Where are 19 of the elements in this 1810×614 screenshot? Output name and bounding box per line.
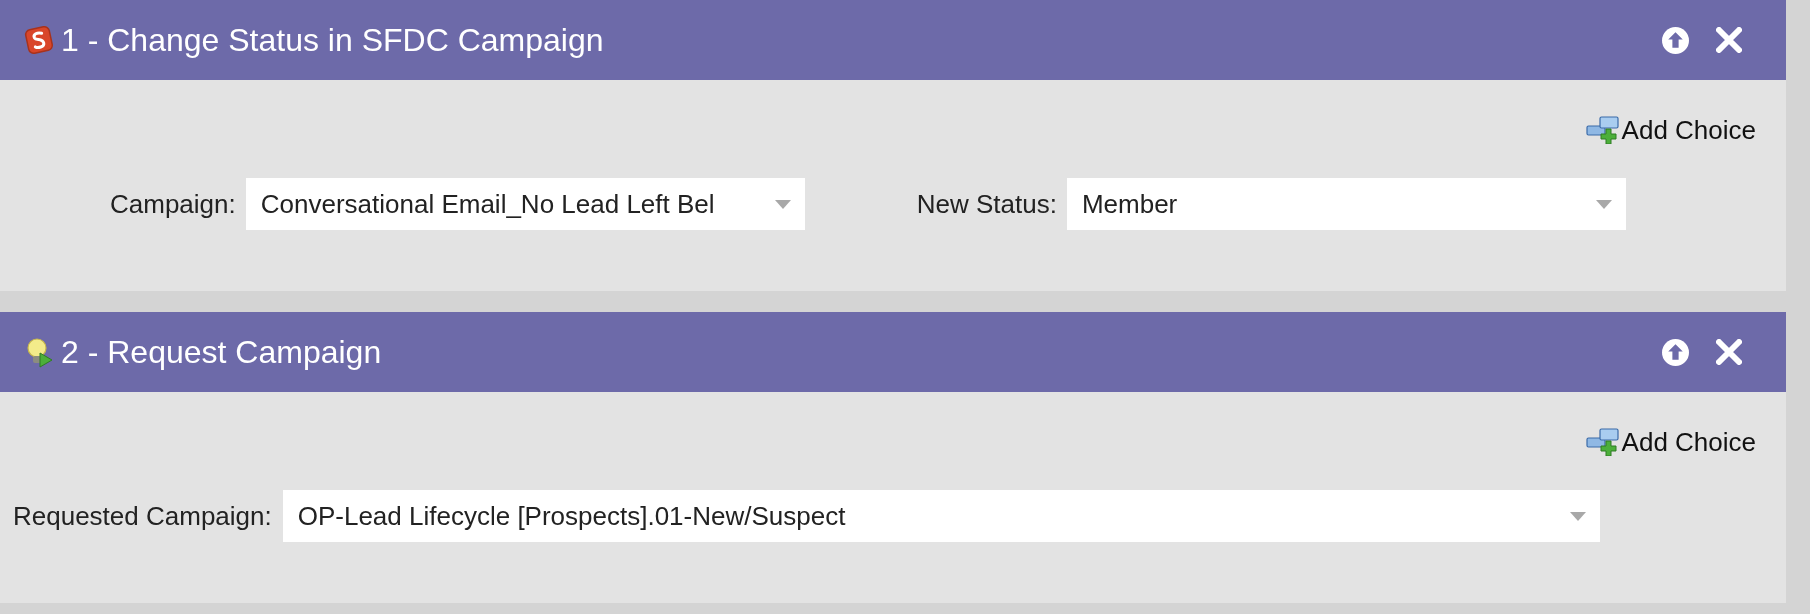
screens-plus-icon	[1585, 116, 1620, 144]
app-logo-icon	[24, 24, 54, 56]
caret-icon	[774, 199, 791, 209]
add-choice-button[interactable]: Add Choice	[1585, 425, 1756, 459]
field-label: Requested Campaign:	[13, 500, 272, 533]
select-field[interactable]: Member	[1066, 178, 1626, 230]
close-icon[interactable]	[1716, 27, 1742, 53]
add-choice-button[interactable]: Add Choice	[1585, 113, 1756, 147]
caret-icon	[1595, 199, 1612, 209]
lightbulb-play-icon	[24, 336, 54, 368]
close-icon[interactable]	[1716, 339, 1742, 365]
field-label: New Status:	[916, 188, 1057, 221]
select-field[interactable]: Conversational Email_No Lead Left Bel	[245, 178, 805, 230]
select-field[interactable]: OP-Lead Lifecycle [Prospects].01-New/Suspect	[282, 490, 1600, 542]
step-title: 1 - Change Status in SFDC Campaign	[61, 21, 604, 60]
caret-icon	[1569, 511, 1586, 521]
step-title: 2 - Request Campaign	[61, 333, 382, 372]
field-label: Campaign:	[110, 188, 236, 221]
screens-plus-icon	[1585, 428, 1620, 456]
